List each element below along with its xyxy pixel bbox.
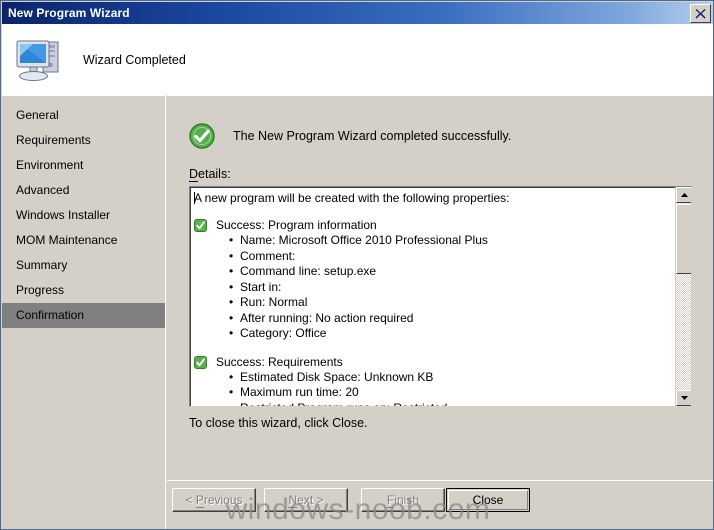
details-group-items: • Name: Microsoft Office 2010 Professiona…: [194, 233, 675, 342]
list-item: • Command line: setup.exe: [229, 264, 675, 280]
wizard-step-list: General Requirements Environment Advance…: [2, 95, 166, 529]
green-check-icon: [194, 355, 207, 369]
close-button[interactable]: Close: [446, 488, 530, 512]
bullet-icon: •: [229, 233, 234, 247]
main-panel: The New Program Wizard completed success…: [167, 95, 713, 480]
sidebar-item-progress[interactable]: Progress: [2, 278, 165, 303]
list-item-text: Maximum run time: 20: [240, 385, 359, 399]
list-item-text: Category: Office: [240, 326, 327, 340]
header-title: Wizard Completed: [83, 52, 186, 67]
bullet-icon: •: [229, 264, 234, 278]
bullet-icon: •: [229, 279, 234, 294]
close-hint-text: To close this wizard, click Close.: [189, 416, 368, 430]
list-item: • Name: Microsoft Office 2010 Professiona…: [229, 233, 675, 249]
details-group-title: Success: Program information: [216, 218, 377, 232]
list-item-text: Comment:: [240, 248, 296, 263]
success-banner: The New Program Wizard completed success…: [189, 123, 511, 149]
list-item: • Restricted Program runs on: Restricted …: [229, 401, 675, 407]
details-group-items: • Estimated Disk Space: Unknown KB • Maxim…: [194, 369, 675, 407]
sidebar-item-advanced[interactable]: Advanced: [2, 178, 165, 203]
previous-button[interactable]: < Previous: [172, 488, 256, 512]
title-bar: New Program Wizard: [2, 2, 713, 24]
close-icon[interactable]: [690, 4, 711, 23]
bullet-icon: •: [229, 369, 234, 384]
list-item: • Start in:: [229, 279, 675, 296]
scroll-up-arrow-icon[interactable]: [676, 187, 691, 203]
list-item-text: Name: Microsoft Office 2010 Professional…: [240, 233, 488, 247]
next-button[interactable]: Next >: [264, 488, 348, 512]
finish-button-label: Finish: [386, 493, 420, 508]
list-item: • Category: Office: [229, 326, 675, 342]
list-item: • Maximum run time: 20: [229, 385, 675, 401]
sidebar-item-general[interactable]: General: [2, 103, 165, 128]
sidebar-item-mom-maintenance[interactable]: MOM Maintenance: [2, 228, 165, 253]
sidebar-item-requirements[interactable]: Requirements: [2, 128, 165, 153]
list-item-text: After running: No action required: [240, 310, 414, 325]
scrollbar-thumb[interactable]: [676, 204, 691, 274]
sidebar-item-windows-installer[interactable]: Windows Installer: [2, 203, 165, 228]
next-button-label: Next >: [288, 493, 324, 508]
list-item-text: Command line: setup.exe: [240, 264, 377, 278]
list-item: • After running: No action required: [229, 310, 675, 327]
list-item: • Estimated Disk Space: Unknown KB: [229, 369, 675, 386]
list-item: • Run: Normal: [229, 295, 675, 311]
green-check-icon: [194, 219, 207, 232]
list-item-text: Estimated Disk Space: Unknown KB: [240, 369, 434, 384]
sidebar-item-environment[interactable]: Environment: [2, 153, 165, 178]
details-content: A new program will be created with the f…: [190, 187, 675, 407]
details-group-program-information: Success: Program information • Name: Micr…: [194, 218, 675, 342]
list-item-text: Start in:: [240, 279, 282, 294]
computer-icon: [16, 40, 59, 81]
close-button-label: Close: [448, 490, 528, 510]
bullet-icon: •: [229, 295, 234, 309]
sidebar-item-confirmation[interactable]: Confirmation: [2, 303, 165, 328]
bullet-icon: •: [229, 385, 234, 399]
list-item-text: Restricted Program runs on: Restricted A…: [240, 401, 675, 407]
details-group-heading: Success: Program information: [194, 218, 675, 232]
bullet-icon: •: [229, 326, 234, 340]
previous-button-label: < Previous: [185, 493, 243, 508]
bullet-icon: •: [229, 248, 234, 263]
list-item: • Comment:: [229, 248, 675, 265]
details-scrollbar[interactable]: [675, 187, 691, 406]
bullet-icon: •: [229, 310, 234, 325]
details-group-title: Success: Requirements: [216, 354, 343, 369]
bullet-icon: •: [229, 401, 233, 407]
details-label: Details:: [189, 167, 231, 182]
scroll-down-arrow-icon[interactable]: [676, 390, 691, 406]
success-message: The New Program Wizard completed success…: [233, 129, 512, 143]
header-banner: Wizard Completed: [2, 24, 713, 95]
wizard-window: New Program Wizard Wizard Completed Gene…: [0, 0, 714, 530]
sidebar-item-summary[interactable]: Summary: [2, 253, 165, 278]
details-group-heading: Success: Requirements: [194, 355, 675, 369]
list-item-text: Run: Normal: [240, 295, 308, 309]
finish-button[interactable]: Finish: [361, 488, 445, 512]
window-title: New Program Wizard: [8, 6, 130, 20]
details-textbox[interactable]: A new program will be created with the f…: [189, 186, 692, 407]
green-check-icon: [189, 123, 215, 149]
button-bar: < Previous Next > Finish Close: [167, 480, 713, 529]
details-group-requirements: Success: Requirements • Estimated Disk Sp…: [194, 355, 675, 407]
details-intro-text: A new program will be created with the f…: [194, 191, 510, 205]
details-intro-line: A new program will be created with the f…: [194, 191, 675, 205]
details-label-rest: etails:: [198, 167, 231, 181]
